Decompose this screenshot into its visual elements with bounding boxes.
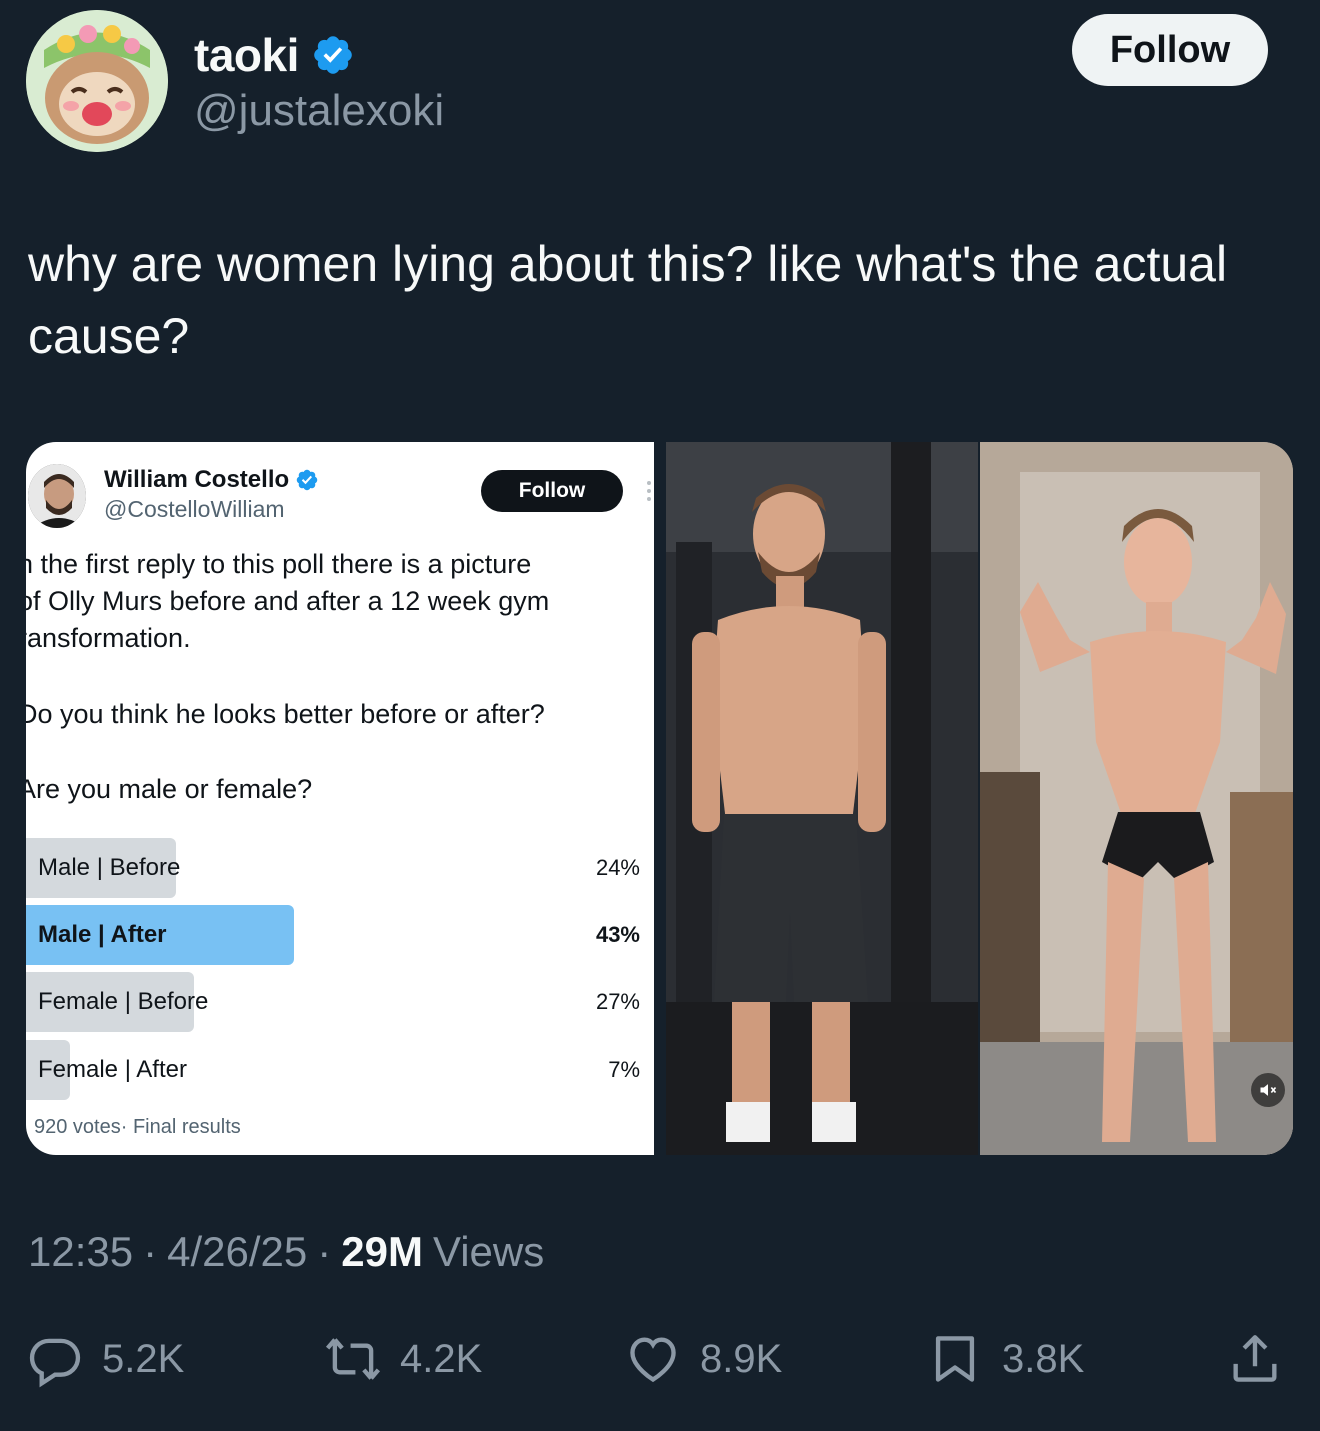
reply-count: 5.2K — [102, 1336, 185, 1381]
author-handle[interactable]: @justalexoki — [194, 86, 444, 136]
embedded-text-line: Are you male or female? — [26, 774, 313, 804]
embedded-text-line: Do you think he looks better before or a… — [26, 699, 545, 729]
bookmark-icon — [935, 1336, 975, 1382]
heart-icon — [630, 1337, 676, 1383]
embedded-text-line: n the first reply to this poll there is … — [26, 549, 532, 579]
tweet-meta: 12:35 · 4/26/25 · 29M Views — [28, 1228, 544, 1276]
tweet-actions: 5.2K 4.2K 8.9K 3.8K — [26, 1326, 1286, 1392]
embedded-author-handle: @CostelloWilliam — [104, 496, 285, 522]
poll-option-percent: 27% — [595, 989, 640, 1014]
embedded-follow-button: Follow — [481, 470, 623, 512]
poll-option-percent: 43% — [595, 922, 640, 947]
repost-icon — [325, 1338, 381, 1380]
poll-option-percent: 24% — [595, 855, 640, 880]
views-label: Views — [432, 1228, 545, 1275]
repost-count: 4.2K — [400, 1336, 483, 1381]
embedded-name-row: William Costello — [104, 466, 319, 494]
tweet-header: taoki @justalexoki Follow — [26, 10, 1296, 160]
poll-option: Female | After 7% — [26, 1040, 654, 1100]
embedded-author-name: William Costello — [104, 466, 290, 493]
before-photo — [666, 442, 978, 1155]
bookmark-count: 3.8K — [1002, 1336, 1085, 1381]
repost-button[interactable]: 4.2K — [324, 1326, 482, 1392]
mute-icon[interactable] — [1251, 1073, 1285, 1107]
more-icon — [647, 481, 651, 501]
poll-option-percent: 7% — [608, 1057, 640, 1082]
poll-option-label: Male | After — [38, 921, 167, 948]
follow-button[interactable]: Follow — [1072, 14, 1268, 86]
views-count: 29M — [341, 1228, 423, 1275]
poll-option-label: Male | Before — [38, 854, 181, 881]
embedded-text-line: of Olly Murs before and after a 12 week … — [26, 586, 550, 616]
share-icon — [1233, 1335, 1277, 1382]
poll-option: Male | Before 24% — [26, 838, 654, 898]
bookmark-button[interactable]: 3.8K — [926, 1326, 1084, 1392]
reply-button[interactable]: 5.2K — [26, 1326, 184, 1392]
embedded-poll-screenshot: William Costello @CostelloWilliam Follow… — [26, 442, 654, 1155]
tweet-time[interactable]: 12:35 — [28, 1228, 133, 1276]
share-button[interactable] — [1226, 1326, 1284, 1392]
embedded-verified-icon — [296, 469, 318, 491]
tweet-media[interactable]: William Costello @CostelloWilliam Follow… — [26, 442, 1293, 1155]
poll-option-label: Female | After — [38, 1056, 187, 1083]
author-avatar[interactable] — [26, 10, 168, 152]
like-button[interactable]: 8.9K — [624, 1326, 782, 1392]
author-name-row[interactable]: taoki — [194, 28, 355, 82]
embedded-author-avatar — [28, 464, 86, 528]
poll-option-label: Female | Before — [38, 988, 209, 1015]
tweet-date[interactable]: 4/26/25 — [167, 1228, 307, 1276]
reply-icon — [29, 1338, 81, 1388]
like-count: 8.9K — [700, 1336, 783, 1381]
poll-option: Male | After 43% — [26, 905, 654, 965]
embedded-text-line: ransformation. — [26, 623, 191, 653]
tweet-text: why are women lying about this? like wha… — [28, 236, 1228, 364]
after-photo — [980, 442, 1293, 1155]
poll-option: Female | Before 27% — [26, 972, 654, 1032]
author-display-name[interactable]: taoki — [194, 28, 299, 82]
verified-badge-icon — [314, 36, 352, 74]
meta-separator: · — [143, 1228, 158, 1275]
poll-footer: 920 votes· Final results — [34, 1116, 241, 1138]
meta-separator: · — [317, 1228, 332, 1275]
